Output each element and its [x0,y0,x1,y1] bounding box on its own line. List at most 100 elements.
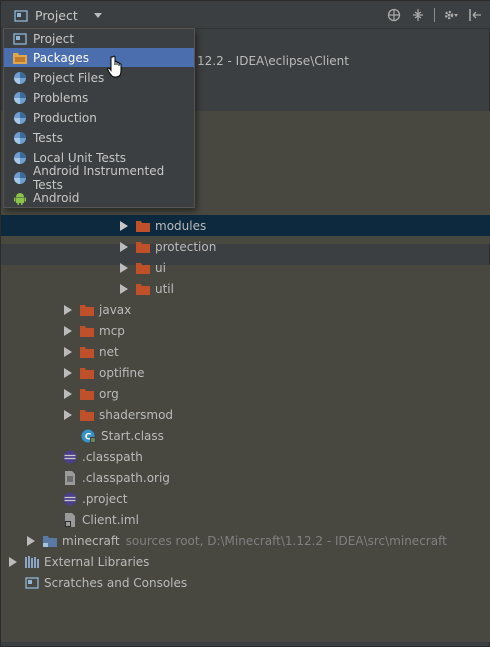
tree-item-label: shadersmod [99,407,174,422]
view-selector-label: Project [35,8,78,23]
expand-arrow-icon[interactable] [63,409,73,420]
expand-arrow-icon[interactable] [119,241,129,252]
tree-item-label: mcp [99,323,125,338]
dropdown-item-project[interactable]: Project [4,29,194,48]
text-file-icon [62,470,78,486]
tree-row-protection[interactable]: protection [1,236,490,257]
dropdown-item-label: Tests [33,130,63,145]
expand-arrow-icon[interactable] [119,262,129,273]
expand-arrow-icon[interactable] [63,346,73,357]
tree-item-label: Client.iml [82,512,139,527]
target-icon[interactable] [386,7,402,23]
folder-icon [135,260,151,276]
view-selector[interactable]: Project [13,7,106,24]
folder-icon [79,323,95,339]
tree-item-label: .project [82,491,128,506]
tree-row-scratches[interactable]: Scratches and Consoles [1,572,490,593]
expand-arrow-icon[interactable] [63,325,73,336]
expand-arrow-icon[interactable] [63,304,73,315]
folder-icon [79,365,95,381]
folder-icon [135,239,151,255]
hide-icon[interactable] [467,7,483,23]
dropdown-item-label: Packages [33,50,89,65]
scratches-icon [24,575,40,591]
dropdown-item-label: Local Unit Tests [33,150,127,165]
source-root-hint: sources root, D:\Minecraft\1.12.2 - IDEA… [125,533,447,548]
expand-arrow-icon[interactable] [8,556,18,567]
tree-row-classpath[interactable]: .classpath [1,446,490,467]
tree-item-label: Scratches and Consoles [44,575,188,590]
scope-icon [12,130,28,146]
tree-row-classpath-orig[interactable]: .classpath.orig [1,467,490,488]
tree-row-modules[interactable]: modules [1,215,490,236]
toolbar-actions [386,7,483,23]
hand-cursor-icon [105,55,125,79]
tree-row-external-libraries[interactable]: External Libraries [1,551,490,572]
tree-row-client-iml[interactable]: Client.iml [1,509,490,530]
dropdown-item-label: Problems [33,90,89,105]
tree-row-net[interactable]: net [1,341,490,362]
tree-row-org[interactable]: org [1,383,490,404]
tree-row-optifine[interactable]: optifine [1,362,490,383]
tree-row-project-file[interactable]: .project [1,488,490,509]
folder-icon [79,344,95,360]
source-folder-icon [42,533,58,549]
dropdown-item-label: Project Files [33,70,105,85]
folder-icon [79,302,95,318]
tree-item-label: .classpath.orig [82,470,170,485]
dropdown-item-packages[interactable]: Packages [4,48,194,67]
dropdown-item-label: Project [33,31,75,46]
expand-arrow-icon[interactable] [63,367,73,378]
dropdown-item-production[interactable]: Production [4,108,194,127]
packages-icon [12,50,28,66]
tree-item-label: .classpath [82,449,143,464]
scope-icon [12,110,28,126]
tree-row-start-class[interactable]: C Start.class [1,425,490,446]
dropdown-item-android-instrumented-tests[interactable]: Android Instrumented Tests [4,164,194,192]
view-selector-dropdown: Project Packages Project Files Problems … [3,28,195,208]
toolbar-separator [434,8,435,22]
folder-icon [79,386,95,402]
folder-icon [135,218,151,234]
tree-row-util[interactable]: util [1,278,490,299]
tree-item-label: org [99,386,119,401]
project-tool-window: Project 12.2 - IDEA\eclipse\Client modul… [0,0,490,647]
folder-icon [135,281,151,297]
client-path-text: 12.2 - IDEA\eclipse\Client [197,53,349,68]
eclipse-file-icon [62,449,78,465]
dropdown-item-project-files[interactable]: Project Files [4,68,194,87]
project-icon [12,31,28,47]
scope-icon [12,90,28,106]
gear-icon[interactable] [443,7,459,23]
scope-icon [12,150,28,166]
tree-row-minecraft[interactable]: minecraft sources root, D:\Minecraft\1.1… [1,530,490,551]
tree-row-ui[interactable]: ui [1,257,490,278]
dropdown-item-label: Android [33,190,80,205]
expand-arrow-icon[interactable] [26,535,36,546]
folder-icon [79,407,95,423]
collapse-icon[interactable] [410,7,426,23]
dropdown-item-tests[interactable]: Tests [4,128,194,147]
dropdown-item-android[interactable]: Android [4,188,194,207]
class-file-icon: C [81,428,97,444]
tree-item-label: javax [99,302,132,317]
tree-item-label: Start.class [101,428,164,443]
dropdown-item-problems[interactable]: Problems [4,88,194,107]
tree-item-label: External Libraries [44,554,150,569]
expand-arrow-icon[interactable] [119,220,129,231]
tree-item-label: optifine [99,365,145,380]
tree-item-label: util [155,281,174,296]
expand-arrow-icon[interactable] [119,283,129,294]
expand-arrow-icon[interactable] [63,388,73,399]
scope-icon [12,170,28,186]
android-icon [12,190,28,206]
project-toolbar: Project [1,1,490,29]
project-view-icon [13,8,29,24]
tree-row-javax[interactable]: javax [1,299,490,320]
eclipse-file-icon [62,491,78,507]
tree-item-label: ui [155,260,166,275]
tree-item-label: net [99,344,119,359]
tree-row-mcp[interactable]: mcp [1,320,490,341]
tree-row-shadersmod[interactable]: shadersmod [1,404,490,425]
dropdown-item-label: Production [33,110,97,125]
